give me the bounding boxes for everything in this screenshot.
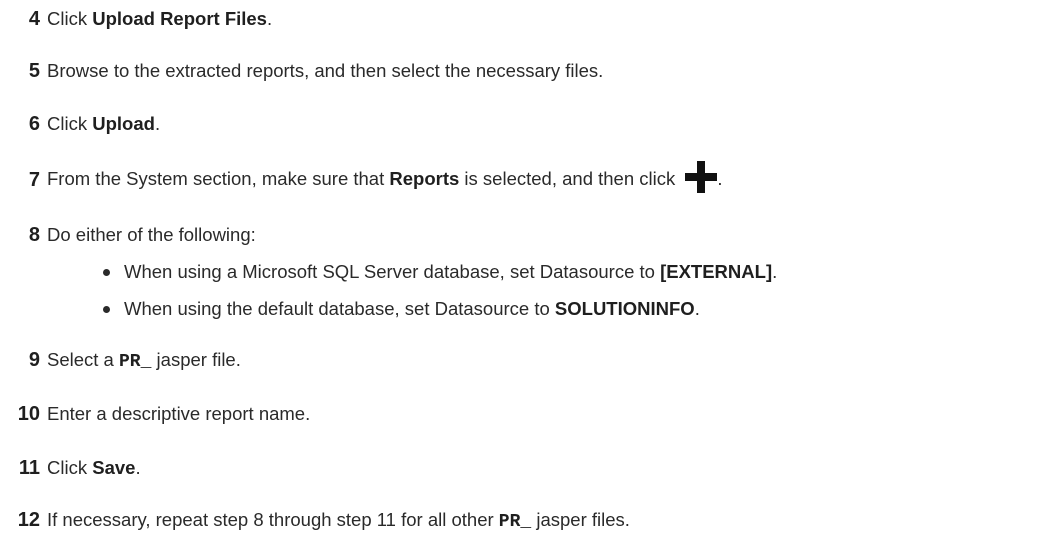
step-number: 11 [18, 456, 40, 479]
step-text: Select a PR_ jasper file. [47, 348, 241, 372]
step-text: Enter a descriptive report name. [47, 403, 311, 424]
step-4: 4 Click Upload Report Files. [0, 4, 272, 34]
step-number: 4 [28, 7, 40, 30]
step-6: 6 Click Upload. [0, 109, 160, 139]
ui-value-solutioninfo: SOLUTIONINFO [554, 298, 695, 319]
bullet-dot-icon [103, 268, 110, 276]
step-number: 6 [28, 112, 40, 135]
step-text: Browse to the extracted reports, and the… [47, 60, 604, 81]
step-number: 12 [17, 508, 40, 531]
step-text: If necessary, repeat step 8 through step… [47, 508, 630, 532]
step-text: Click Upload Report Files. [47, 8, 273, 29]
step-text: From the System section, make sure that … [47, 161, 723, 196]
step-9: 9 Select a PR_ jasper file. [0, 345, 241, 375]
step-11: 11 Click Save. [0, 453, 141, 483]
step-text: Do either of the following: [47, 224, 256, 245]
step-8: 8 Do either of the following: [0, 220, 256, 250]
ui-label-reports: Reports [389, 167, 460, 189]
code-pr-prefix: PR_ [119, 351, 152, 372]
ui-label-upload: Upload [92, 113, 155, 134]
bullet-text: When using the default database, set Dat… [124, 298, 700, 319]
step-number: 9 [28, 348, 40, 371]
plus-icon [685, 161, 718, 193]
step-5: 5 Browse to the extracted reports, and t… [0, 56, 603, 86]
bullet-item-default-db: When using the default database, set Dat… [0, 294, 700, 324]
step-7: 7 From the System section, make sure tha… [0, 161, 723, 196]
ui-label-upload-report-files: Upload Report Files [92, 8, 267, 29]
bullet-text: When using a Microsoft SQL Server databa… [124, 261, 778, 282]
step-text: Click Save. [47, 457, 141, 478]
ui-value-external: [EXTERNAL] [660, 261, 773, 282]
step-text: Click Upload. [47, 113, 161, 134]
bullet-dot-icon [103, 305, 110, 313]
step-10: 10 Enter a descriptive report name. [0, 399, 311, 429]
step-number: 5 [28, 59, 40, 82]
step-12: 12 If necessary, repeat step 8 through s… [0, 505, 630, 535]
step-number: 7 [28, 168, 40, 191]
ui-label-save: Save [92, 457, 136, 478]
bullet-item-mssql: When using a Microsoft SQL Server databa… [0, 257, 777, 287]
step-number: 8 [28, 223, 40, 246]
code-pr-prefix: PR_ [498, 511, 532, 532]
procedure-steps: 4 Click Upload Report Files. 5 Browse to… [0, 0, 1062, 558]
step-number: 10 [17, 402, 40, 425]
